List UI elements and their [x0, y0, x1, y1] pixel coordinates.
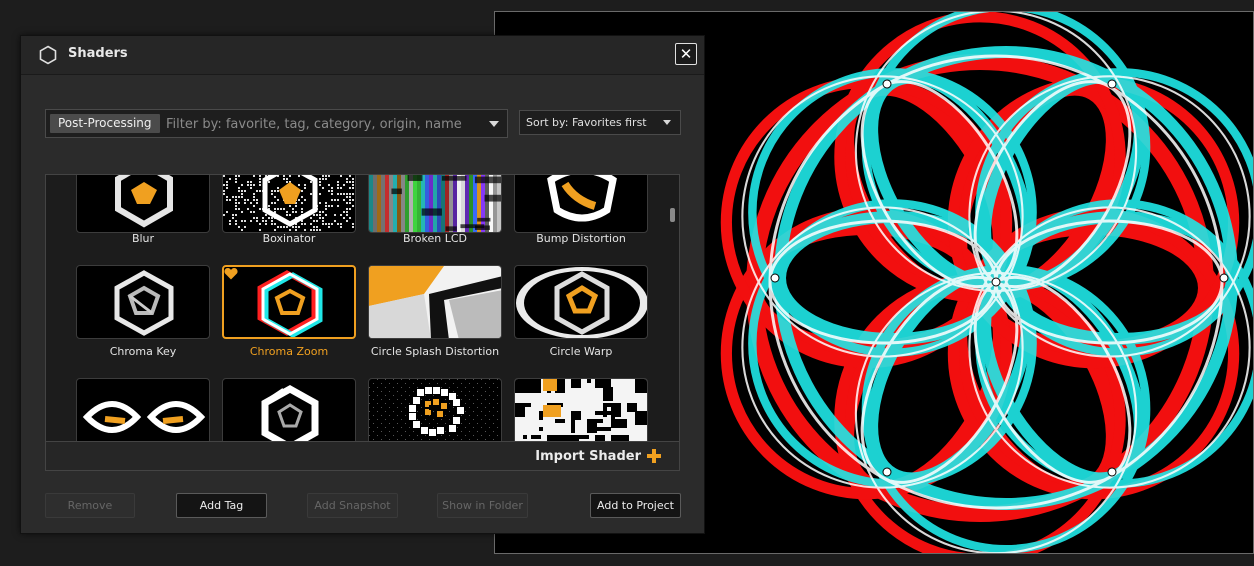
dialog-title: Shaders	[68, 46, 128, 61]
tile-label-chroma-key: Chroma Key	[109, 345, 177, 358]
shader-tile-chroma-zoom[interactable]	[222, 265, 356, 339]
boxinator-thumbnail	[223, 175, 354, 231]
bump-distortion-thumbnail	[547, 175, 617, 222]
close-icon: ✕	[679, 45, 693, 63]
shader-tile-circle-warp[interactable]	[514, 265, 648, 339]
shader-grid: Blur Boxinator Broken LCD Bump Distortio…	[45, 174, 680, 471]
close-button[interactable]: ✕	[675, 43, 697, 65]
filter-dropdown-caret-icon[interactable]	[489, 121, 499, 127]
remove-button[interactable]: Remove	[45, 493, 135, 518]
chroma-zoom-thumbnail	[257, 270, 323, 337]
add-snapshot-button[interactable]: Add Snapshot	[307, 493, 398, 518]
sort-dropdown-caret-icon	[663, 120, 671, 125]
category-chip[interactable]: Post-Processing	[50, 114, 160, 133]
import-shader-label: Import Shader	[535, 449, 641, 464]
import-shader-bar[interactable]: Import Shader	[45, 441, 680, 471]
shader-tile-blur[interactable]	[76, 175, 210, 233]
grid-scrollbar[interactable]	[670, 208, 675, 222]
shader-tile-circle-splash-distortion[interactable]	[368, 265, 502, 339]
tile-label-circle-splash-distortion: Circle Splash Distortion	[370, 345, 500, 358]
shaders-dialog: Shaders ✕ Post-Processing Sort by: Favor…	[20, 35, 705, 534]
hexagon-icon	[39, 45, 57, 65]
filter-bar: Post-Processing	[45, 109, 508, 138]
shader-tile-chroma-key[interactable]	[76, 265, 210, 339]
shader-tile-boxinator[interactable]	[222, 175, 356, 233]
plus-icon[interactable]	[646, 448, 662, 464]
favorite-heart-icon[interactable]	[224, 267, 238, 280]
circle-splash-distortion-thumbnail	[369, 266, 501, 338]
tile-label-bump-distortion: Bump Distortion	[536, 232, 626, 245]
sort-select[interactable]: Sort by: Favorites first	[519, 110, 681, 135]
tile-label-blur: Blur	[131, 232, 155, 245]
add-to-project-button[interactable]: Add to Project	[590, 493, 681, 518]
tile-label-broken-lcd: Broken LCD	[402, 232, 468, 245]
circle-warp-thumbnail	[516, 267, 647, 338]
sort-label: Sort by: Favorites first	[526, 116, 647, 129]
tile-label-chroma-zoom: Chroma Zoom	[249, 345, 329, 358]
shader-tile-broken-lcd[interactable]	[368, 175, 502, 233]
add-tag-button[interactable]: Add Tag	[176, 493, 267, 518]
chroma-key-thumbnail	[114, 270, 174, 336]
filter-input[interactable]	[164, 112, 478, 137]
tile-label-circle-warp: Circle Warp	[549, 345, 613, 358]
show-in-folder-button[interactable]: Show in Folder	[437, 493, 528, 518]
blur-thumbnail	[115, 175, 173, 228]
shader-tile-bump-distortion[interactable]	[514, 175, 648, 233]
broken-lcd-thumbnail	[369, 175, 501, 232]
tile-label-boxinator: Boxinator	[262, 232, 316, 245]
dialog-header: Shaders ✕	[21, 36, 704, 75]
